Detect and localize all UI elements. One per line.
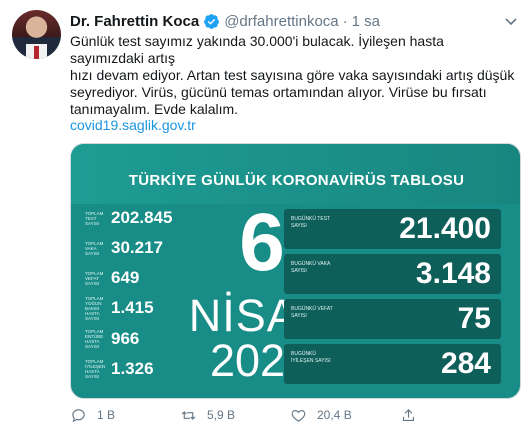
retweet-count: 5,9 B [207, 408, 236, 422]
left-stat: TOPLAM İYİLEŞEN HASTA SAYISI 1.326 [85, 359, 154, 379]
left-stat-label: TOPLAM İYİLEŞEN HASTA SAYISI [85, 359, 106, 379]
left-stat-label: TOPLAM YOĞUN BAKIM HASTA SAYISI [85, 295, 104, 321]
left-stat-value: 1.415 [111, 298, 154, 317]
chevron-down-icon[interactable] [503, 13, 519, 29]
verified-badge-icon [204, 13, 220, 29]
today-stat-value: 21.400 [399, 212, 491, 245]
like-count: 20,4 B [317, 408, 352, 422]
left-stat: TOPLAM VEFAT SAYISI 649 [85, 268, 139, 288]
retweet-icon [181, 410, 196, 420]
reply-button[interactable]: 1 B [70, 407, 180, 424]
avatar-tie [34, 46, 39, 59]
today-stat-value: 284 [440, 347, 491, 380]
left-stat: TOPLAM YOĞUN BAKIM HASTA SAYISI 1.415 [85, 295, 154, 321]
share-button[interactable] [400, 407, 510, 424]
author-handle[interactable]: @drfahrettinkoca [224, 13, 338, 30]
left-stat-label: TOPLAM ENTÜBE HASTA SAYISI [85, 329, 104, 349]
like-button[interactable]: 20,4 B [290, 407, 400, 424]
tweet: Dr. Fahrettin Koca @drfahrettinkoca · 1 … [0, 0, 531, 433]
tweet-link[interactable]: covid19.saglik.gov.tr [70, 117, 196, 133]
reply-count: 1 B [97, 408, 116, 422]
left-stat-label: TOPLAM TEST SAYISI [85, 210, 104, 226]
author-name[interactable]: Dr. Fahrettin Koca [70, 13, 199, 30]
tweet-text-line: Günlük test sayımız yakında 30.000'i bul… [70, 33, 444, 66]
card-title: TÜRKİYE GÜNLÜK KORONAVİRÜS TABLOSU [128, 172, 465, 189]
left-stat-value: 202.845 [111, 208, 173, 227]
left-stat: TOPLAM VAKA SAYISI 30.217 [85, 238, 163, 258]
tweet-time[interactable]: 1 sa [352, 13, 380, 30]
header-separator: · [342, 12, 348, 30]
left-stat-label: TOPLAM VAKA SAYISI [85, 240, 104, 256]
tweet-actions: 1 B 5,9 B 20,4 B [70, 405, 510, 425]
media-card[interactable]: TÜRKİYE GÜNLÜK KORONAVİRÜS TABLOSU TOPLA… [70, 143, 521, 399]
today-stat-box: BUGÜNKÜ İYİLEŞEN SAYISI 284 [284, 344, 501, 384]
retweet-button[interactable]: 5,9 B [180, 407, 290, 424]
left-stat-value: 649 [111, 268, 140, 287]
share-icon [402, 408, 415, 421]
left-stat-value: 30.217 [111, 238, 163, 257]
tweet-text-line: seyrediyor. Virüs, gücünü temas ortamınd… [70, 84, 487, 100]
left-stat-value: 966 [111, 329, 140, 348]
tweet-header: Dr. Fahrettin Koca @drfahrettinkoca · 1 … [70, 11, 380, 31]
reply-icon [72, 408, 85, 422]
left-stat: TOPLAM ENTÜBE HASTA SAYISI 966 [85, 329, 139, 349]
tweet-text-line: tanımayalım. Evde kalalım. [70, 101, 239, 117]
today-stat-box: BUGÜNKÜ VEFAT SAYISI 75 [284, 299, 501, 339]
today-stat-label: BUGÜNKÜ İYİLEŞEN SAYISI [291, 351, 331, 364]
today-stat-label: BUGÜNKÜ VEFAT SAYISI [291, 306, 333, 319]
tweet-text: Günlük test sayımız yakında 30.000'i bul… [70, 33, 520, 118]
today-stat-value: 3.148 [415, 257, 491, 290]
left-stat-value: 1.326 [111, 359, 154, 378]
left-stat: TOPLAM TEST SAYISI 202.845 [85, 208, 172, 228]
today-stat-label: BUGÜNKÜ VAKA SAYISI [291, 261, 331, 274]
heart-icon [291, 409, 306, 422]
avatar[interactable] [12, 10, 61, 59]
today-stat-box: BUGÜNKÜ TEST SAYISI 21.400 [284, 209, 501, 249]
today-stat-label: BUGÜNKÜ TEST SAYISI [291, 216, 330, 229]
left-stat-label: TOPLAM VEFAT SAYISI [85, 270, 104, 286]
today-stat-box: BUGÜNKÜ VAKA SAYISI 3.148 [284, 254, 501, 294]
today-stat-value: 75 [457, 302, 491, 335]
tweet-text-line: hızı devam ediyor. Artan test sayısına g… [70, 67, 515, 83]
